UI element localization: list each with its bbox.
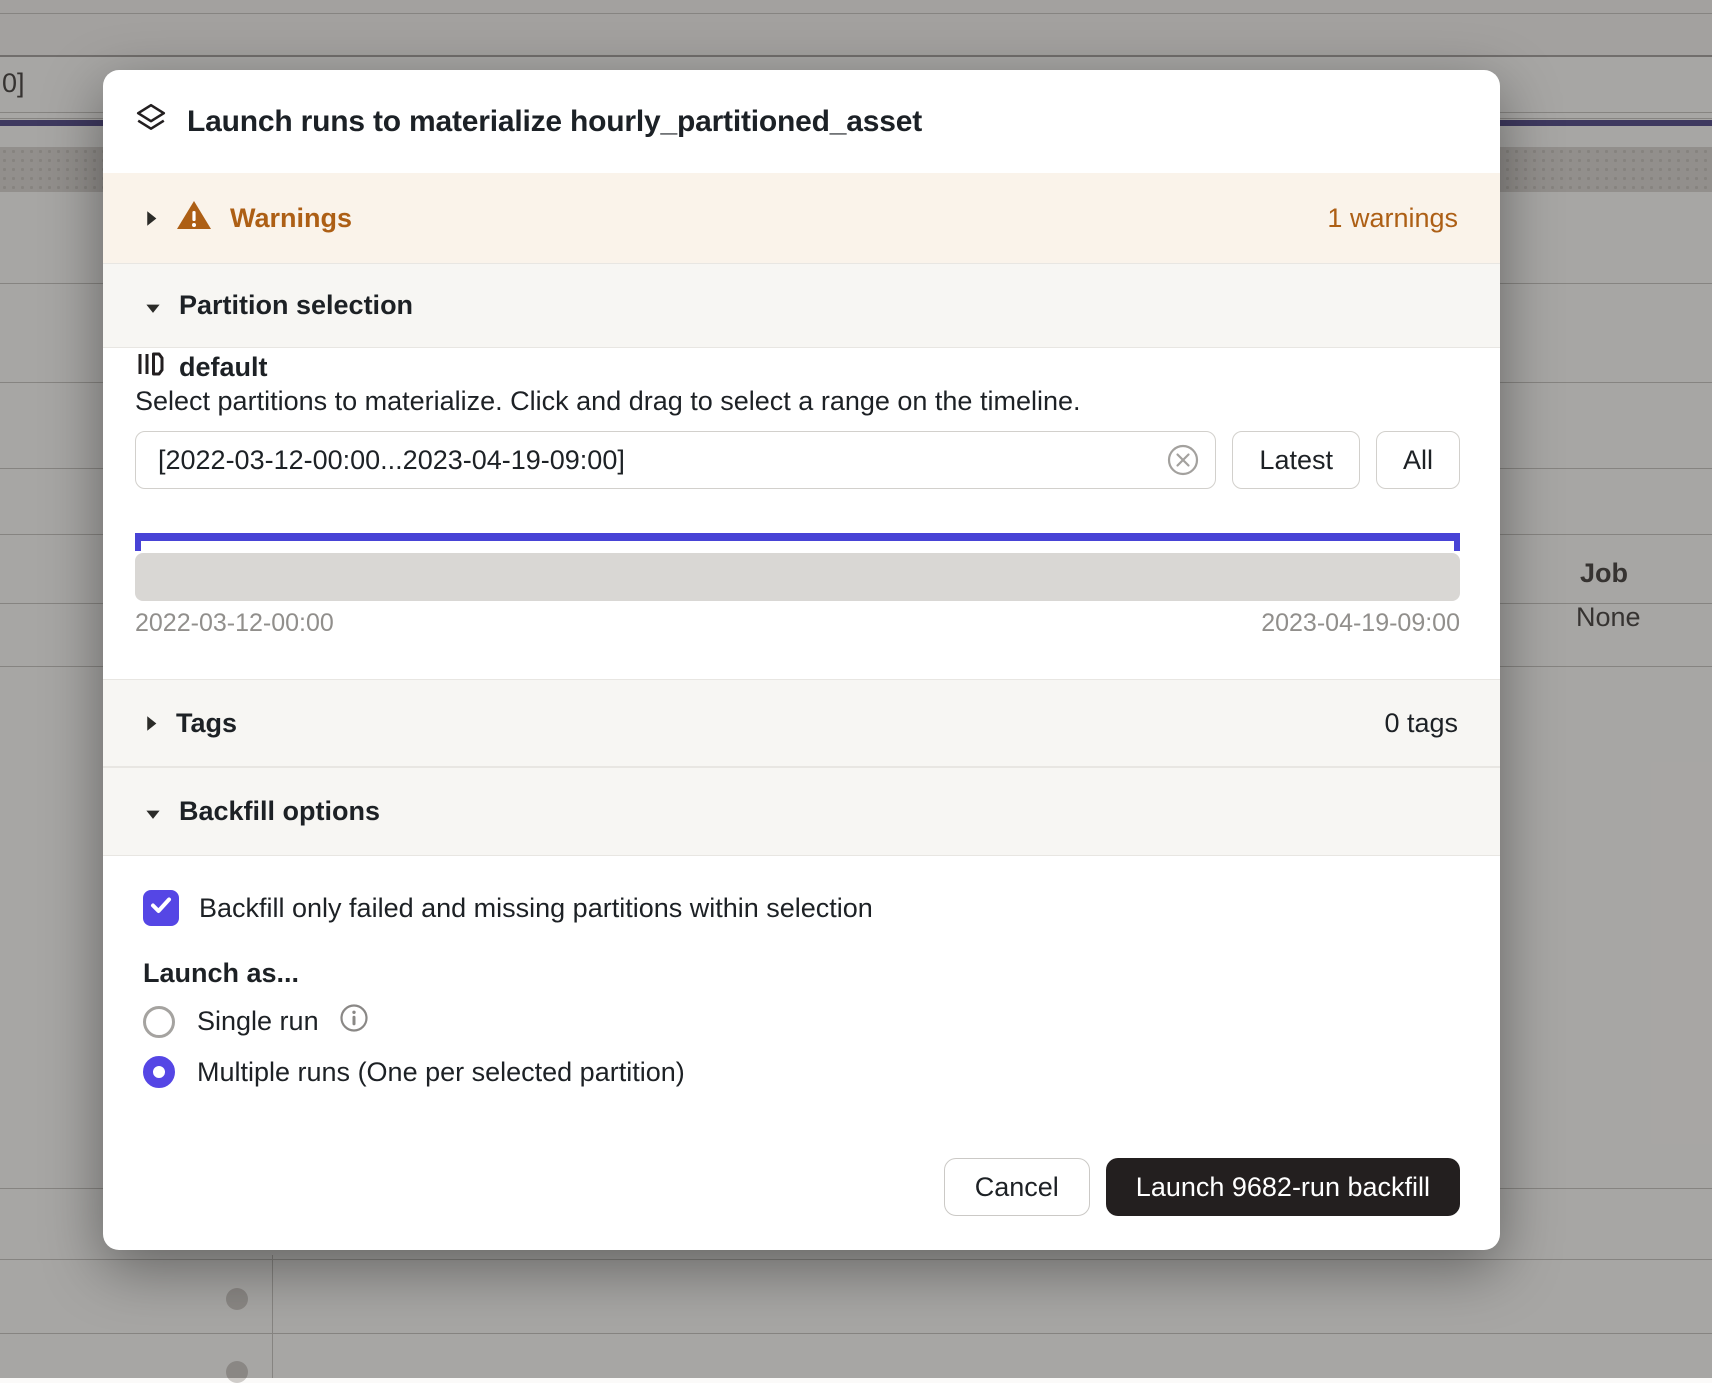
multiple-runs-option-row: Multiple runs (One per selected partitio… bbox=[143, 1056, 1460, 1088]
chevron-down-icon bbox=[145, 290, 161, 321]
tags-section-toggle[interactable]: Tags 0 tags bbox=[103, 679, 1500, 767]
backfill-only-failed-checkbox[interactable] bbox=[143, 890, 179, 926]
all-button[interactable]: All bbox=[1376, 431, 1460, 489]
timeline-selection-bracket[interactable] bbox=[135, 533, 1460, 541]
warnings-section-toggle[interactable]: Warnings 1 warnings bbox=[103, 173, 1500, 263]
partition-input-wrap bbox=[135, 431, 1216, 489]
range-start-label: 2022-03-12-00:00 bbox=[135, 609, 334, 638]
range-end-label: 2023-04-19-09:00 bbox=[1261, 609, 1460, 638]
partition-input-row: Latest All bbox=[135, 431, 1460, 489]
launch-backfill-button[interactable]: Launch 9682-run backfill bbox=[1106, 1158, 1460, 1216]
latest-button[interactable]: Latest bbox=[1232, 431, 1360, 489]
dialog-footer: Cancel Launch 9682-run backfill bbox=[103, 1158, 1500, 1250]
partition-description: Select partitions to materialize. Click … bbox=[135, 386, 1460, 417]
clear-circle-x-icon bbox=[1166, 465, 1200, 480]
dialog-title: Launch runs to materialize hourly_partit… bbox=[187, 105, 922, 139]
multiple-runs-radio[interactable] bbox=[143, 1056, 175, 1088]
backfill-checkbox-label: Backfill only failed and missing partiti… bbox=[199, 893, 873, 924]
partition-section-content: default Select partitions to materialize… bbox=[103, 348, 1500, 679]
dialog-header: Launch runs to materialize hourly_partit… bbox=[103, 70, 1500, 173]
single-run-label: Single run bbox=[197, 1006, 319, 1037]
backfill-section-content: Backfill only failed and missing partiti… bbox=[103, 856, 1500, 1158]
partition-dimension-name: default bbox=[179, 352, 268, 383]
chevron-right-icon bbox=[145, 203, 158, 234]
checkmark-icon bbox=[148, 892, 174, 925]
chevron-down-icon bbox=[145, 796, 161, 827]
warnings-label: Warnings bbox=[230, 203, 352, 234]
partition-dimension-row: default bbox=[135, 352, 1460, 382]
cancel-button[interactable]: Cancel bbox=[944, 1158, 1090, 1216]
multiple-runs-label: Multiple runs (One per selected partitio… bbox=[197, 1057, 685, 1088]
backfill-section-header: Backfill options bbox=[179, 796, 380, 827]
single-run-radio[interactable] bbox=[143, 1006, 175, 1038]
timeline-date-labels: 2022-03-12-00:00 2023-04-19-09:00 bbox=[135, 609, 1460, 638]
partition-set-icon bbox=[135, 349, 165, 386]
chevron-right-icon bbox=[145, 708, 158, 739]
timeline-bar[interactable] bbox=[135, 553, 1460, 601]
backfill-section-toggle[interactable]: Backfill options bbox=[103, 767, 1500, 856]
backfill-checkbox-row: Backfill only failed and missing partiti… bbox=[143, 890, 1460, 926]
partition-range-input[interactable] bbox=[135, 431, 1216, 489]
launch-backfill-dialog: Launch runs to materialize hourly_partit… bbox=[103, 70, 1500, 1250]
warnings-count-badge: 1 warnings bbox=[1327, 203, 1458, 234]
launch-as-label: Launch as... bbox=[143, 958, 1460, 989]
info-icon[interactable] bbox=[339, 1003, 369, 1040]
partition-section-header: Partition selection bbox=[179, 290, 413, 321]
tags-count-badge: 0 tags bbox=[1384, 708, 1458, 739]
tags-section-header: Tags bbox=[176, 708, 237, 739]
partition-section-toggle[interactable]: Partition selection bbox=[103, 263, 1500, 348]
materialize-layers-icon bbox=[135, 102, 167, 141]
warning-triangle-icon bbox=[176, 199, 212, 238]
single-run-option-row: Single run bbox=[143, 1003, 1460, 1040]
clear-selection-button[interactable] bbox=[1166, 443, 1200, 477]
